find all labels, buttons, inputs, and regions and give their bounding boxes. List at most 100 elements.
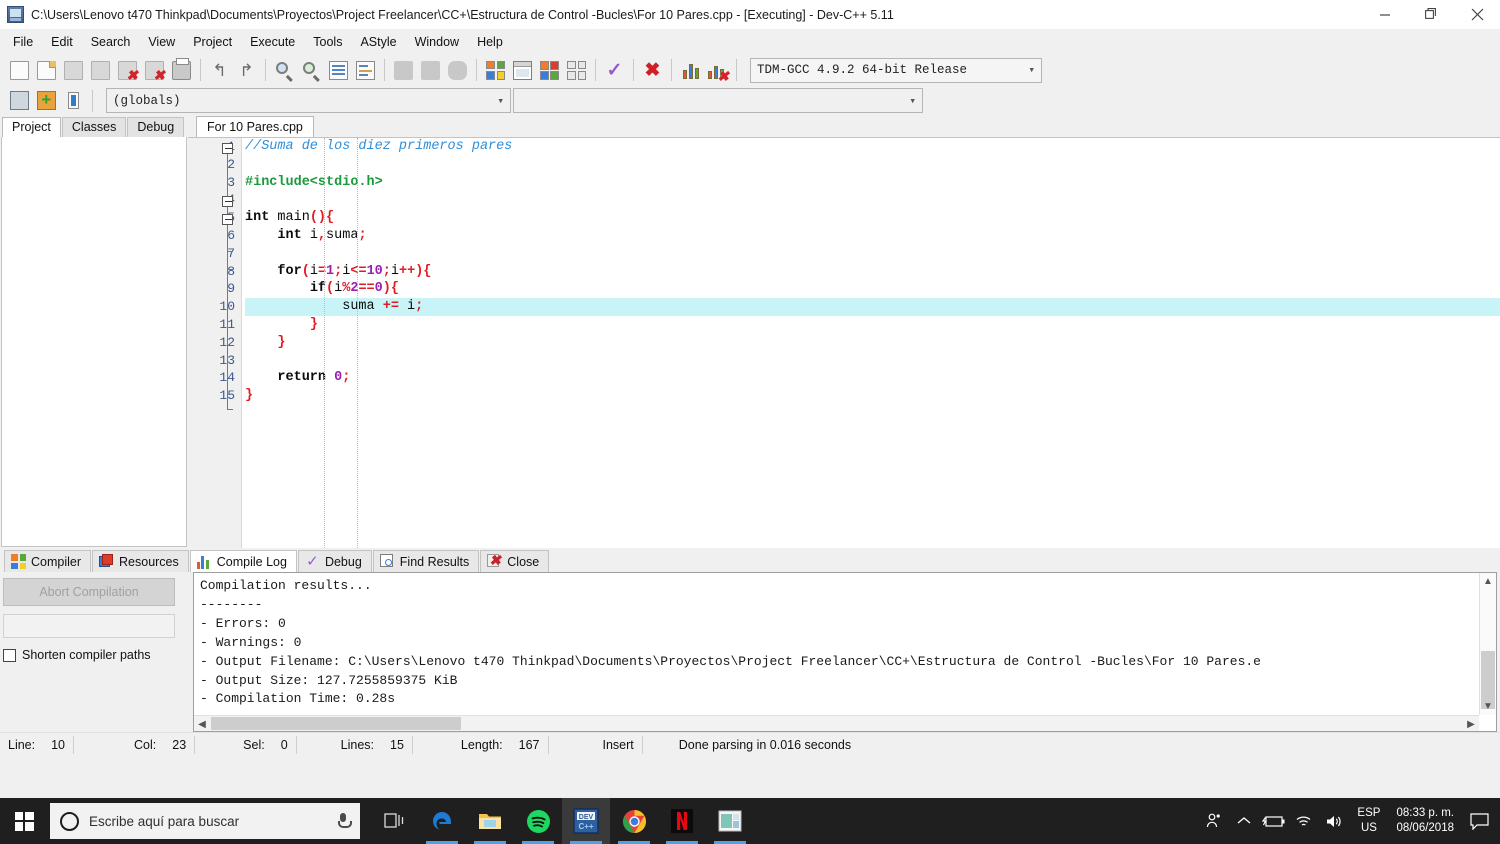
spotify-icon[interactable] <box>514 798 562 844</box>
language-indicator[interactable]: ESP US <box>1349 806 1388 836</box>
scroll-right-icon[interactable]: ▶ <box>1463 716 1479 731</box>
goto-function-button[interactable] <box>352 57 379 83</box>
code-line[interactable]: for(i=1;i<=10;i++){ <box>245 263 1500 281</box>
code-line[interactable]: return 0; <box>245 369 1500 387</box>
compile-and-run-button[interactable] <box>536 57 563 83</box>
project-tree[interactable] <box>1 137 187 547</box>
toggle-bookmark-button[interactable] <box>444 57 471 83</box>
windows-start-icon[interactable] <box>0 798 48 844</box>
taskbar-search-box[interactable]: Escribe aquí para buscar <box>50 803 360 839</box>
tab-project[interactable]: Project <box>2 117 61 137</box>
code-line[interactable]: } <box>245 316 1500 334</box>
menu-execute[interactable]: Execute <box>241 32 304 52</box>
profile-button[interactable] <box>677 57 704 83</box>
code-line[interactable]: #include<stdio.h> <box>245 174 1500 192</box>
scroll-left-icon[interactable]: ◀ <box>194 716 210 731</box>
replace-button[interactable] <box>298 57 325 83</box>
horizontal-scroll-thumb[interactable] <box>211 717 461 730</box>
delete-profile-button[interactable]: ✖ <box>704 57 731 83</box>
chrome-icon[interactable] <box>610 798 658 844</box>
new-file-button[interactable] <box>6 57 33 83</box>
add-to-project-button[interactable]: + <box>33 88 60 114</box>
code-line[interactable] <box>245 191 1500 209</box>
fold-toggle-line5[interactable] <box>222 143 233 154</box>
scroll-up-icon[interactable]: ▲ <box>1480 573 1496 590</box>
class-browser-button[interactable] <box>60 88 87 114</box>
fold-toggle-line9[interactable] <box>222 214 233 225</box>
scroll-down-icon[interactable]: ▼ <box>1480 698 1496 715</box>
clock[interactable]: 08:33 p. m. 08/06/2018 <box>1388 806 1462 836</box>
code-folding-column[interactable] <box>220 138 240 548</box>
globals-select[interactable]: (globals) ▾ <box>106 88 511 113</box>
tab-compile-log[interactable]: Compile Log <box>189 550 297 572</box>
rebuild-all-button[interactable] <box>563 57 590 83</box>
shorten-compiler-paths-row[interactable]: Shorten compiler paths <box>3 648 189 662</box>
search-input-placeholder[interactable]: Escribe aquí para buscar <box>89 814 326 829</box>
code-line[interactable]: int i,suma; <box>245 227 1500 245</box>
battery-charging-icon[interactable] <box>1259 798 1289 844</box>
tab-debug-panel[interactable]: ✓ Debug <box>297 550 372 572</box>
print-button[interactable] <box>168 57 195 83</box>
redo-button[interactable]: ↱ <box>233 57 260 83</box>
fold-toggle-line8[interactable] <box>222 196 233 207</box>
save-file-button[interactable] <box>60 57 87 83</box>
tab-find-results[interactable]: Find Results <box>372 550 480 572</box>
shorten-compiler-paths-checkbox[interactable] <box>3 648 16 662</box>
compile-log-output[interactable]: Compilation results... -------- - Errors… <box>193 572 1497 732</box>
devcpp-icon[interactable]: DEV C++ <box>562 798 610 844</box>
menu-astyle[interactable]: AStyle <box>351 32 405 52</box>
volume-icon[interactable] <box>1319 798 1349 844</box>
calculator-icon[interactable] <box>706 798 754 844</box>
close-button[interactable] <box>1454 0 1500 30</box>
code-line[interactable]: suma += i; <box>245 298 1500 316</box>
stop-execution-button[interactable]: ✖ <box>639 57 666 83</box>
editor-tab-file[interactable]: For 10 Pares.cpp <box>196 116 314 137</box>
syntax-check-button[interactable]: ✓ <box>601 57 628 83</box>
task-view-icon[interactable] <box>370 798 418 844</box>
minimize-button[interactable] <box>1362 0 1408 30</box>
code-line[interactable]: } <box>245 387 1500 405</box>
code-line[interactable]: int main(){ <box>245 209 1500 227</box>
show-hidden-icons-icon[interactable] <box>1229 798 1259 844</box>
code-line[interactable] <box>245 156 1500 174</box>
wifi-icon[interactable] <box>1289 798 1319 844</box>
menu-view[interactable]: View <box>139 32 184 52</box>
code-content[interactable]: //Suma de los diez primeros pares #inclu… <box>242 138 1500 548</box>
people-icon[interactable] <box>1199 798 1229 844</box>
close-file-button[interactable]: ✖ <box>114 57 141 83</box>
open-file-button[interactable] <box>33 57 60 83</box>
tab-close-panel[interactable]: ✖ Close <box>480 550 550 572</box>
compile-button[interactable] <box>482 57 509 83</box>
file-explorer-icon[interactable] <box>466 798 514 844</box>
tab-debug[interactable]: Debug <box>127 117 185 137</box>
compiler-select[interactable]: TDM-GCC 4.9.2 64-bit Release ▾ <box>750 57 1042 83</box>
goto-line-button[interactable] <box>325 57 352 83</box>
action-center-icon[interactable] <box>1462 798 1496 844</box>
microphone-icon[interactable] <box>336 812 352 830</box>
menu-help[interactable]: Help <box>468 32 512 52</box>
maximize-restore-button[interactable] <box>1408 0 1454 30</box>
code-line[interactable]: if(i%2==0){ <box>245 280 1500 298</box>
back-button[interactable] <box>390 57 417 83</box>
menu-search[interactable]: Search <box>82 32 140 52</box>
code-line[interactable]: } <box>245 334 1500 352</box>
undo-button[interactable]: ↰ <box>206 57 233 83</box>
save-all-button[interactable] <box>87 57 114 83</box>
member-select[interactable]: ▾ <box>513 88 923 113</box>
project-manager-button[interactable] <box>6 88 33 114</box>
forward-button[interactable] <box>417 57 444 83</box>
menu-project[interactable]: Project <box>184 32 241 52</box>
find-button[interactable] <box>271 57 298 83</box>
log-vertical-scrollbar[interactable]: ▲ ▼ <box>1479 573 1496 715</box>
tab-resources[interactable]: Resources <box>92 550 189 572</box>
menu-tools[interactable]: Tools <box>304 32 351 52</box>
code-editor[interactable]: 123456789101112131415 // <box>188 137 1500 548</box>
close-all-button[interactable]: ✖ <box>141 57 168 83</box>
run-button[interactable] <box>509 57 536 83</box>
code-line[interactable] <box>245 245 1500 263</box>
edge-browser-icon[interactable] <box>418 798 466 844</box>
abort-compilation-button[interactable]: Abort Compilation <box>3 578 175 606</box>
menu-window[interactable]: Window <box>406 32 468 52</box>
netflix-icon[interactable] <box>658 798 706 844</box>
code-line[interactable] <box>245 352 1500 370</box>
